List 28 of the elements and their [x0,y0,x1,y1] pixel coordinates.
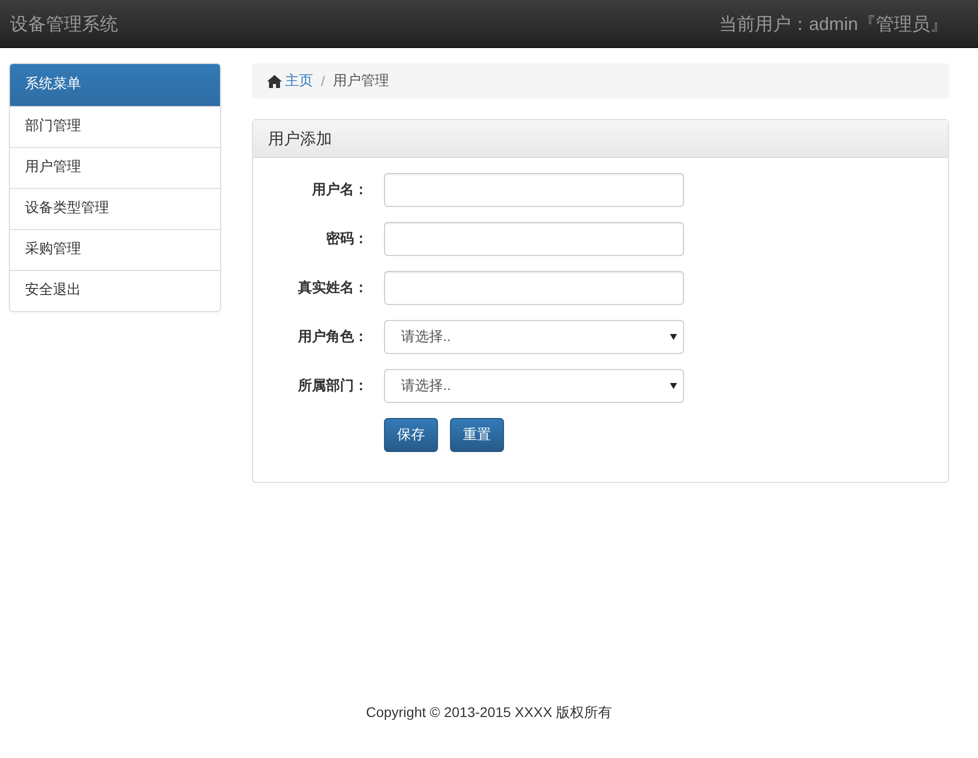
home-link[interactable]: 主页 [267,72,313,90]
field-label: 用户角色： [296,328,368,346]
input-field[interactable] [384,271,684,305]
input-field[interactable] [384,173,684,207]
select-field[interactable]: 请选择.. [384,320,684,354]
sidebar-item[interactable]: 用户管理 [10,147,220,188]
app-title: 设备管理系统 [10,12,118,36]
home-icon [267,74,282,88]
breadcrumb-separator: / [321,73,325,89]
field-label: 用户名： [310,181,368,199]
field-label: 真实姓名： [297,279,368,297]
breadcrumb-current: 用户管理 [332,72,389,90]
sidebar-item[interactable]: 部门管理 [10,106,220,147]
caret-icon [670,334,677,340]
caret-icon [670,383,677,389]
sidebar-item[interactable]: 安全退出 [10,270,220,311]
panel-title: 用户添加 [253,120,948,158]
sidebar-item[interactable]: 采购管理 [10,229,220,270]
form-button[interactable]: 重置 [450,418,504,452]
current-user: 当前用户：admin『管理员』 [718,12,948,36]
input-field[interactable] [384,222,684,256]
form-button[interactable]: 保存 [384,418,438,452]
sidebar-item[interactable]: 设备类型管理 [10,188,220,229]
copyright-text: Copyright © 2013-2015 XXXX 版权所有 [366,704,612,720]
field-label: 所属部门： [296,377,368,395]
menu-heading: 系统菜单 [10,64,220,106]
select-field[interactable]: 请选择.. [384,369,684,403]
field-label: 密码： [325,230,368,248]
